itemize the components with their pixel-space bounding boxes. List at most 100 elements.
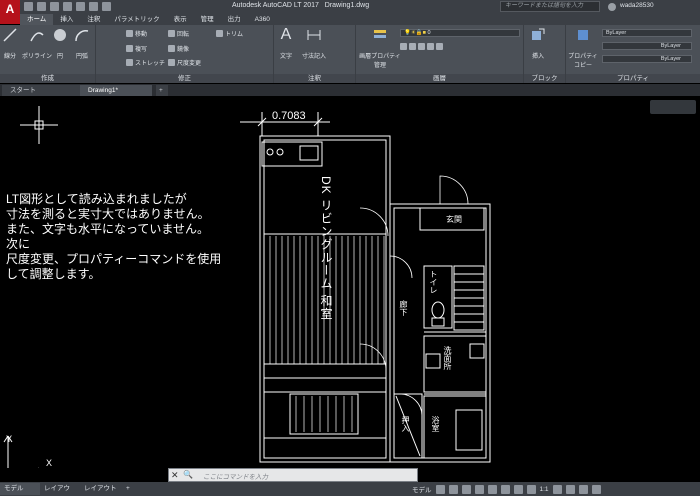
line-icon xyxy=(3,28,17,42)
polyline-button[interactable]: ポリライン xyxy=(22,27,52,60)
room-label-entrance[interactable]: 玄関 xyxy=(446,214,462,225)
tab-annotate[interactable]: 注釈 xyxy=(80,14,107,25)
new-tab-button[interactable]: + xyxy=(156,85,168,96)
workspace-gear-icon[interactable] xyxy=(552,484,562,494)
close-icon[interactable]: ✕ xyxy=(171,470,179,481)
fullscreen-icon[interactable] xyxy=(578,484,588,494)
tab-layout1[interactable]: レイアウト1 xyxy=(40,483,80,495)
copy-button[interactable]: 複写 xyxy=(126,44,147,53)
otrack-icon[interactable] xyxy=(500,484,510,494)
text-label: 文字 xyxy=(279,54,292,60)
open-file-icon[interactable] xyxy=(37,2,46,11)
drawing-canvas[interactable]: Y X 0.7083 LT図形として読み込まれましたが 寸法を測ると実寸大ではあ… xyxy=(0,96,700,468)
match-properties-button[interactable]: プロパティコピー xyxy=(568,27,598,69)
application-menu-button[interactable]: A xyxy=(0,0,20,24)
annotation-note[interactable]: LT図形として読み込まれましたが 寸法を測ると実寸大ではありません。 また、文字… xyxy=(6,192,246,282)
modify-panel-label[interactable]: 修正 xyxy=(96,74,273,83)
mirror-label: 鏡像 xyxy=(177,47,190,53)
room-label-hall[interactable]: 廊下 xyxy=(398,300,409,316)
layer-tool-icon[interactable] xyxy=(436,43,443,50)
move-icon xyxy=(126,30,133,37)
insert-block-icon xyxy=(532,28,545,40)
circle-button[interactable]: 円 xyxy=(52,27,68,60)
trim-button[interactable]: トリム xyxy=(216,29,243,38)
layer-properties-button[interactable]: 画層プロパティ管理 xyxy=(358,27,402,69)
rotate-button[interactable]: 回転 xyxy=(168,29,189,38)
tab-start[interactable]: スタート xyxy=(2,85,80,96)
room-label-bath[interactable]: 浴室 xyxy=(430,416,441,432)
linetype-dropdown[interactable]: ByLayer xyxy=(602,42,692,50)
room-label-dk[interactable]: DK リビングルーム 和室 xyxy=(318,176,335,320)
mirror-icon xyxy=(168,45,175,52)
tab-insert[interactable]: 挿入 xyxy=(53,14,80,25)
add-layout-button[interactable]: + xyxy=(122,483,134,495)
user-name[interactable]: wada28530 xyxy=(620,2,654,9)
properties-panel-label[interactable]: プロパティ xyxy=(566,74,700,83)
annotation-panel: A 文字 寸法記入 注釈 xyxy=(274,25,356,83)
match-properties-icon xyxy=(578,30,588,40)
scale-button[interactable]: 尺度変更 xyxy=(168,58,201,67)
annotation-scale[interactable]: 1:1 xyxy=(540,486,549,493)
command-input[interactable]: ここにコマンドを入力 xyxy=(203,471,268,481)
view-navigation-icon[interactable] xyxy=(650,100,696,114)
layers-panel-label[interactable]: 画層 xyxy=(356,74,523,83)
insert-button[interactable]: 挿入 xyxy=(530,27,546,60)
dimension-button[interactable]: 寸法記入 xyxy=(302,27,326,60)
arc-button[interactable]: 円弧 xyxy=(74,27,90,60)
room-label-closet[interactable]: 押入 xyxy=(400,416,411,432)
search-icon[interactable]: 🔍 xyxy=(183,470,193,479)
layers-panel: 画層プロパティ管理 💡☀🔒■ 0 画層 xyxy=(356,25,524,83)
isolate-icon[interactable] xyxy=(565,484,575,494)
layer-tool-icon[interactable] xyxy=(418,43,425,50)
stretch-button[interactable]: ストレッチ xyxy=(126,58,165,67)
mirror-button[interactable]: 鏡像 xyxy=(168,44,189,53)
print-icon[interactable] xyxy=(76,2,85,11)
annotation-visibility-icon[interactable] xyxy=(526,484,536,494)
tab-parametric[interactable]: パラメトリック xyxy=(107,14,166,25)
customization-menu-icon[interactable] xyxy=(591,484,601,494)
arc-icon xyxy=(75,30,89,42)
tab-view[interactable]: 表示 xyxy=(167,14,194,25)
current-layer: 0 xyxy=(427,30,431,36)
tab-drawing1[interactable]: Drawing1* xyxy=(80,85,152,96)
ortho-icon[interactable] xyxy=(461,484,471,494)
snap-icon[interactable] xyxy=(448,484,458,494)
move-button[interactable]: 移動 xyxy=(126,29,147,38)
room-label-toilet[interactable]: トイレ xyxy=(428,270,439,294)
status-bar: モデル レイアウト1 レイアウト2 + モデル 1:1 xyxy=(0,482,700,496)
undo-icon[interactable] xyxy=(89,2,98,11)
user-icon[interactable] xyxy=(608,3,616,11)
osnap-icon[interactable] xyxy=(487,484,497,494)
tab-a360[interactable]: A360 xyxy=(248,14,277,25)
new-file-icon[interactable] xyxy=(24,2,33,11)
layer-tool-icon[interactable] xyxy=(409,43,416,50)
draw-panel-label[interactable]: 作成 xyxy=(0,74,95,83)
tab-home[interactable]: ホーム xyxy=(20,14,54,25)
search-input[interactable]: キーワードまたは語句を入力 xyxy=(500,1,600,12)
block-panel-label[interactable]: ブロック xyxy=(524,74,565,83)
room-label-washroom[interactable]: 洗面所 xyxy=(442,346,453,370)
layer-tool-icon[interactable] xyxy=(427,43,434,50)
stretch-icon xyxy=(126,59,133,66)
model-space-toggle[interactable]: モデル xyxy=(412,484,432,494)
annotation-panel-label[interactable]: 注釈 xyxy=(274,74,355,83)
save-as-icon[interactable] xyxy=(63,2,72,11)
line-button[interactable]: 線分 xyxy=(2,27,18,60)
grid-icon[interactable] xyxy=(435,484,445,494)
dimension-value[interactable]: 0.7083 xyxy=(272,110,306,122)
tab-layout2[interactable]: レイアウト2 xyxy=(80,483,122,495)
lineweight-icon[interactable] xyxy=(513,484,523,494)
lineweight-dropdown[interactable]: ByLayer xyxy=(602,55,692,63)
tab-output[interactable]: 出力 xyxy=(221,14,248,25)
layer-dropdown[interactable]: 💡☀🔒■ 0 xyxy=(400,29,520,37)
color-dropdown[interactable]: ByLayer xyxy=(602,29,692,37)
redo-icon[interactable] xyxy=(102,2,111,11)
axis-y-label: Y xyxy=(6,434,12,444)
tab-model[interactable]: モデル xyxy=(0,483,40,495)
polyline-icon xyxy=(30,32,44,42)
text-button[interactable]: A 文字 xyxy=(278,27,294,61)
save-icon[interactable] xyxy=(50,2,59,11)
tab-manage[interactable]: 管理 xyxy=(194,14,221,25)
layer-tool-icon[interactable] xyxy=(400,43,407,50)
polar-icon[interactable] xyxy=(474,484,484,494)
